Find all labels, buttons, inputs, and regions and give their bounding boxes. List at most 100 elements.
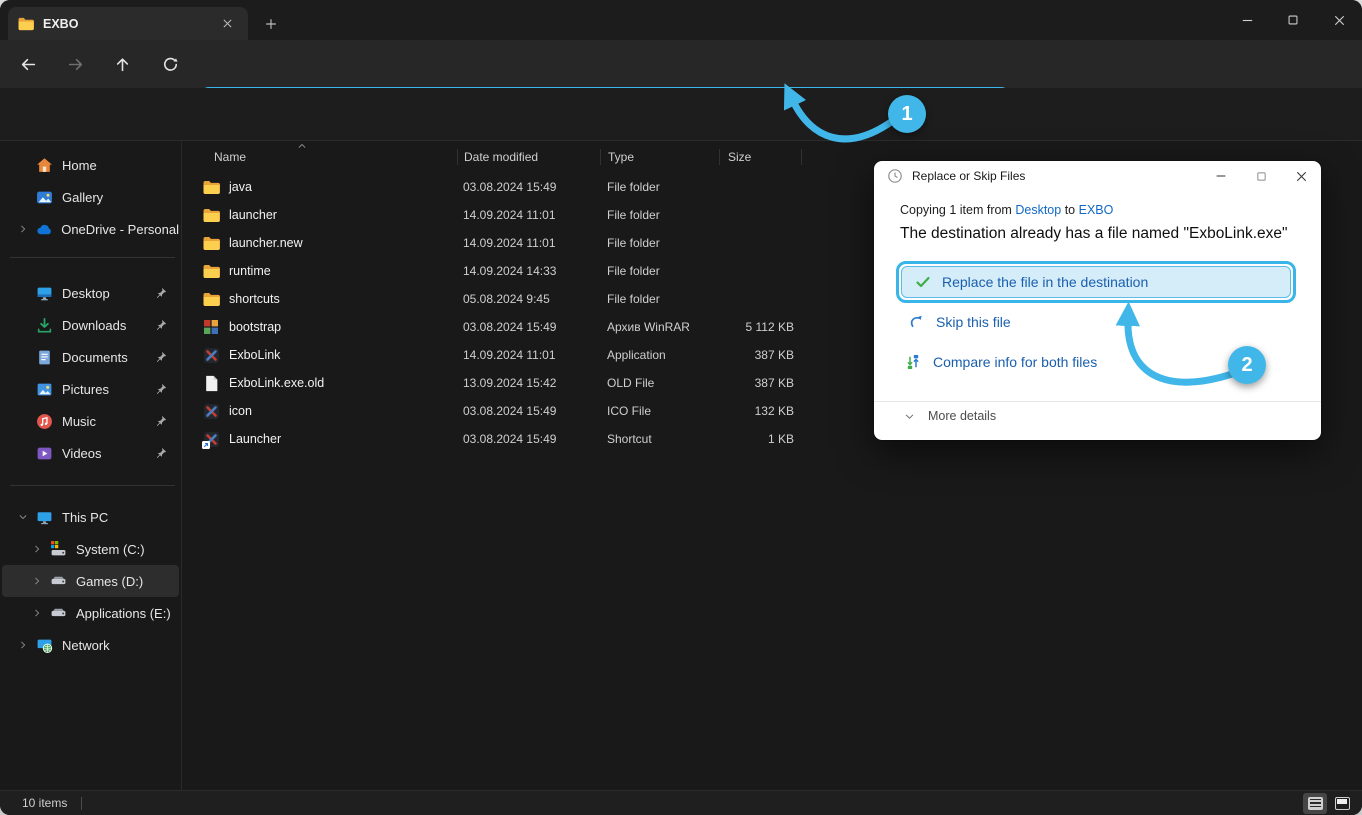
source-link[interactable]: Desktop — [1015, 203, 1061, 217]
folder-icon — [203, 235, 220, 252]
close-button[interactable] — [1316, 0, 1362, 40]
sidebar-item-gallery[interactable]: Gallery — [2, 181, 179, 213]
column-header-date[interactable]: Date modified — [464, 150, 538, 164]
tab-exbo[interactable]: EXBO — [8, 7, 248, 40]
drive-icon — [50, 605, 67, 622]
pin-icon — [154, 447, 167, 460]
sidebar-item-desktop[interactable]: Desktop — [2, 277, 179, 309]
chevron-right-icon[interactable] — [24, 544, 50, 554]
table-row[interactable]: Launcher 03.08.2024 15:49 Shortcut 1 KB — [183, 425, 802, 453]
thumbnail-view-toggle[interactable] — [1330, 793, 1354, 814]
forward-button[interactable] — [58, 47, 92, 81]
sidebar-item-videos[interactable]: Videos — [2, 437, 179, 469]
sidebar-item-documents[interactable]: Documents — [2, 341, 179, 373]
compare-option[interactable]: Compare info for both files — [905, 354, 1097, 370]
skip-arrow-icon — [908, 314, 924, 330]
dialog-close-button[interactable] — [1281, 161, 1321, 191]
new-tab-button[interactable] — [258, 12, 284, 36]
table-row[interactable]: ExboLink.exe.old 13.09.2024 15:42 OLD Fi… — [183, 369, 802, 397]
chevron-down-icon[interactable] — [10, 512, 36, 522]
column-divider[interactable] — [457, 149, 458, 165]
pin-icon — [154, 383, 167, 396]
sidebar-item-downloads[interactable]: Downloads — [2, 309, 179, 341]
shortcut-arrow-icon — [202, 441, 210, 449]
copy-progress-icon — [887, 168, 903, 184]
chevron-right-icon[interactable] — [24, 608, 50, 618]
dialog-title: Replace or Skip Files — [912, 169, 1025, 183]
table-row[interactable]: launcher 14.09.2024 11:01 File folder — [183, 201, 802, 229]
tab-close-icon[interactable] — [216, 13, 238, 35]
desktop-icon — [36, 285, 53, 302]
sidebar: Home Gallery OneDrive - Personal Desktop… — [0, 141, 182, 790]
navigation-bar: This PC Games (D:) EXBO — [0, 40, 1362, 88]
window-controls — [1224, 0, 1362, 40]
sidebar-item-system-c[interactable]: System (C:) — [2, 533, 179, 565]
this-pc-icon — [36, 509, 53, 526]
column-header-type[interactable]: Type — [608, 150, 634, 164]
skip-option[interactable]: Skip this file — [908, 314, 1011, 330]
tab-band: EXBO — [0, 0, 1362, 40]
compare-icon — [905, 354, 921, 370]
chevron-right-icon[interactable] — [24, 576, 50, 586]
copy-summary: Copying 1 item from Desktop to EXBO — [900, 203, 1113, 217]
folder-icon — [203, 263, 220, 280]
details-view-icon — [1308, 797, 1323, 810]
table-row[interactable]: launcher.new 14.09.2024 11:01 File folde… — [183, 229, 802, 257]
column-header-name[interactable]: Name — [214, 150, 246, 164]
maximize-button[interactable] — [1270, 0, 1316, 40]
sort-ascending-icon — [297, 141, 307, 151]
column-divider[interactable] — [801, 149, 802, 165]
sidebar-item-games-d[interactable]: Games (D:) — [2, 565, 179, 597]
refresh-button[interactable] — [153, 47, 187, 81]
more-details-toggle[interactable]: More details — [904, 409, 996, 423]
winrar-archive-icon — [203, 319, 219, 335]
sidebar-item-music[interactable]: Music — [2, 405, 179, 437]
downloads-icon — [36, 317, 53, 334]
ico-file-icon — [203, 403, 220, 420]
table-row[interactable]: java 03.08.2024 15:49 File folder — [183, 173, 802, 201]
documents-icon — [36, 349, 53, 366]
destination-link[interactable]: EXBO — [1079, 203, 1114, 217]
application-icon — [203, 347, 220, 364]
minimize-button[interactable] — [1224, 0, 1270, 40]
replace-skip-dialog: Replace or Skip Files Copying 1 item fro… — [874, 161, 1321, 440]
dialog-minimize-button[interactable] — [1201, 161, 1241, 191]
home-icon — [36, 157, 53, 174]
folder-icon — [203, 179, 220, 196]
details-view-toggle[interactable] — [1303, 793, 1327, 814]
chevron-right-icon[interactable] — [10, 224, 36, 234]
chevron-right-icon[interactable] — [10, 640, 36, 650]
replace-option[interactable]: Replace the file in the destination — [901, 266, 1291, 298]
dialog-maximize-button[interactable] — [1241, 161, 1281, 191]
onedrive-cloud-icon — [36, 221, 53, 238]
column-header-size[interactable]: Size — [728, 150, 751, 164]
dialog-divider — [874, 401, 1321, 402]
sidebar-divider — [10, 485, 175, 486]
sidebar-item-home[interactable]: Home — [2, 149, 179, 181]
table-row[interactable]: bootstrap 03.08.2024 15:49 Архив WinRAR … — [183, 313, 802, 341]
column-divider[interactable] — [600, 149, 601, 165]
table-row[interactable]: icon 03.08.2024 15:49 ICO File 132 KB — [183, 397, 802, 425]
folder-icon — [18, 16, 34, 32]
file-icon — [203, 375, 220, 392]
table-row[interactable]: runtime 14.09.2024 14:33 File folder — [183, 257, 802, 285]
tab-title: EXBO — [43, 17, 78, 31]
sidebar-item-this-pc[interactable]: This PC — [2, 501, 179, 533]
pin-icon — [154, 287, 167, 300]
table-row[interactable]: shortcuts 05.08.2024 9:45 File folder — [183, 285, 802, 313]
callout-step-1: 1 — [888, 95, 926, 133]
back-button[interactable] — [11, 47, 45, 81]
status-divider — [81, 797, 82, 810]
pictures-icon — [36, 381, 53, 398]
item-count: 10 items — [22, 796, 67, 810]
annotation-highlight-frame: Replace the file in the destination — [896, 261, 1296, 303]
sidebar-item-pictures[interactable]: Pictures — [2, 373, 179, 405]
thumbnail-view-icon — [1335, 797, 1350, 810]
sidebar-item-applications-e[interactable]: Applications (E:) — [2, 597, 179, 629]
table-row[interactable]: ExboLink 14.09.2024 11:01 Application 38… — [183, 341, 802, 369]
column-divider[interactable] — [719, 149, 720, 165]
sidebar-item-onedrive[interactable]: OneDrive - Personal — [2, 213, 179, 245]
sidebar-item-network[interactable]: Network — [2, 629, 179, 661]
chevron-down-icon — [904, 411, 915, 422]
up-button[interactable] — [105, 47, 139, 81]
